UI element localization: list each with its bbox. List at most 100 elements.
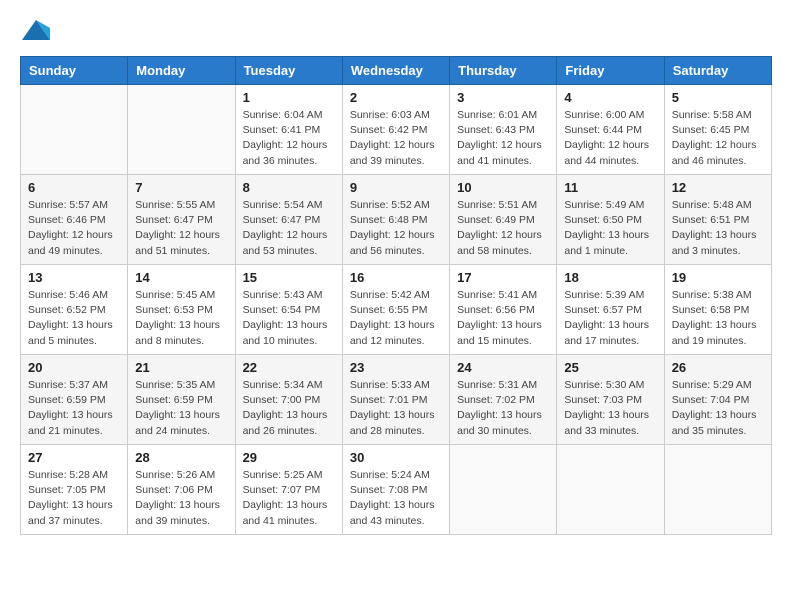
calendar-cell: 28Sunrise: 5:26 AMSunset: 7:06 PMDayligh… [128, 445, 235, 535]
calendar-cell: 14 Sunrise: 5:45 AMSunset: 6:53 PMDayligh… [128, 265, 235, 355]
day-number: 9 [350, 180, 442, 195]
calendar-cell: 18Sunrise: 5:39 AMSunset: 6:57 PMDayligh… [557, 265, 664, 355]
logo-icon [22, 20, 50, 40]
calendar-cell: 21 Sunrise: 5:35 AMSunset: 6:59 PMDayligh… [128, 355, 235, 445]
calendar-cell: 11 Sunrise: 5:49 AMSunset: 6:50 PMDayligh… [557, 175, 664, 265]
logo [20, 20, 50, 40]
day-info: Sunrise: 5:54 AMSunset: 6:47 PMDaylight:… [243, 198, 335, 259]
day-of-week-header: Monday [128, 57, 235, 85]
calendar-cell: 8 Sunrise: 5:54 AMSunset: 6:47 PMDaylight… [235, 175, 342, 265]
day-info: Sunrise: 6:04 AMSunset: 6:41 PMDaylight:… [243, 108, 335, 169]
calendar-cell [450, 445, 557, 535]
calendar-cell: 23 Sunrise: 5:33 AMSunset: 7:01 PMDayligh… [342, 355, 449, 445]
day-info: Sunrise: 6:00 AMSunset: 6:44 PMDaylight:… [564, 108, 656, 169]
calendar-cell: 9 Sunrise: 5:52 AMSunset: 6:48 PMDaylight… [342, 175, 449, 265]
calendar-cell: 16Sunrise: 5:42 AMSunset: 6:55 PMDayligh… [342, 265, 449, 355]
day-number: 22 [243, 360, 335, 375]
day-number: 5 [672, 90, 764, 105]
calendar-cell: 7Sunrise: 5:55 AMSunset: 6:47 PMDaylight… [128, 175, 235, 265]
calendar-header-row: SundayMondayTuesdayWednesdayThursdayFrid… [21, 57, 772, 85]
calendar-cell: 19 Sunrise: 5:38 AMSunset: 6:58 PMDayligh… [664, 265, 771, 355]
day-info: Sunrise: 5:24 AMSunset: 7:08 PMDaylight:… [350, 468, 442, 529]
day-info: Sunrise: 5:26 AMSunset: 7:06 PMDaylight:… [135, 468, 227, 529]
day-info: Sunrise: 5:51 AMSunset: 6:49 PMDaylight:… [457, 198, 549, 259]
day-info: Sunrise: 5:45 AMSunset: 6:53 PMDaylight:… [135, 288, 227, 349]
day-info: Sunrise: 5:31 AMSunset: 7:02 PMDaylight:… [457, 378, 549, 439]
calendar-cell [557, 445, 664, 535]
calendar-cell: 4Sunrise: 6:00 AMSunset: 6:44 PMDaylight… [557, 85, 664, 175]
calendar-cell: 24 Sunrise: 5:31 AMSunset: 7:02 PMDayligh… [450, 355, 557, 445]
day-number: 8 [243, 180, 335, 195]
day-number: 14 [135, 270, 227, 285]
day-number: 20 [28, 360, 120, 375]
day-info: Sunrise: 5:49 AMSunset: 6:50 PMDaylight:… [564, 198, 656, 259]
day-number: 30 [350, 450, 442, 465]
day-info: Sunrise: 5:58 AMSunset: 6:45 PMDaylight:… [672, 108, 764, 169]
calendar-cell: 29 Sunrise: 5:25 AMSunset: 7:07 PMDayligh… [235, 445, 342, 535]
day-info: Sunrise: 5:52 AMSunset: 6:48 PMDaylight:… [350, 198, 442, 259]
day-info: Sunrise: 5:57 AMSunset: 6:46 PMDaylight:… [28, 198, 120, 259]
day-number: 10 [457, 180, 549, 195]
calendar-cell [664, 445, 771, 535]
day-info: Sunrise: 5:33 AMSunset: 7:01 PMDaylight:… [350, 378, 442, 439]
day-of-week-header: Wednesday [342, 57, 449, 85]
calendar-table: SundayMondayTuesdayWednesdayThursdayFrid… [20, 56, 772, 535]
day-info: Sunrise: 5:29 AMSunset: 7:04 PMDaylight:… [672, 378, 764, 439]
day-number: 27 [28, 450, 120, 465]
day-number: 23 [350, 360, 442, 375]
day-info: Sunrise: 5:30 AMSunset: 7:03 PMDaylight:… [564, 378, 656, 439]
day-info: Sunrise: 6:01 AMSunset: 6:43 PMDaylight:… [457, 108, 549, 169]
day-number: 24 [457, 360, 549, 375]
page-header [20, 20, 772, 40]
day-number: 13 [28, 270, 120, 285]
day-of-week-header: Saturday [664, 57, 771, 85]
calendar-cell: 5 Sunrise: 5:58 AMSunset: 6:45 PMDaylight… [664, 85, 771, 175]
day-info: Sunrise: 5:38 AMSunset: 6:58 PMDaylight:… [672, 288, 764, 349]
day-number: 15 [243, 270, 335, 285]
day-number: 12 [672, 180, 764, 195]
calendar-cell: 6 Sunrise: 5:57 AMSunset: 6:46 PMDaylight… [21, 175, 128, 265]
day-info: Sunrise: 5:28 AMSunset: 7:05 PMDaylight:… [28, 468, 120, 529]
day-info: Sunrise: 5:35 AMSunset: 6:59 PMDaylight:… [135, 378, 227, 439]
calendar-cell: 3 Sunrise: 6:01 AMSunset: 6:43 PMDaylight… [450, 85, 557, 175]
calendar-week-row: 20Sunrise: 5:37 AMSunset: 6:59 PMDayligh… [21, 355, 772, 445]
day-number: 25 [564, 360, 656, 375]
calendar-cell: 15 Sunrise: 5:43 AMSunset: 6:54 PMDayligh… [235, 265, 342, 355]
calendar-cell [21, 85, 128, 175]
day-info: Sunrise: 5:43 AMSunset: 6:54 PMDaylight:… [243, 288, 335, 349]
calendar-cell: 26 Sunrise: 5:29 AMSunset: 7:04 PMDayligh… [664, 355, 771, 445]
day-number: 3 [457, 90, 549, 105]
day-info: Sunrise: 5:25 AMSunset: 7:07 PMDaylight:… [243, 468, 335, 529]
calendar-cell: 30 Sunrise: 5:24 AMSunset: 7:08 PMDayligh… [342, 445, 449, 535]
day-number: 21 [135, 360, 227, 375]
calendar-week-row: 13 Sunrise: 5:46 AMSunset: 6:52 PMDayligh… [21, 265, 772, 355]
day-number: 6 [28, 180, 120, 195]
day-info: Sunrise: 5:34 AMSunset: 7:00 PMDaylight:… [243, 378, 335, 439]
day-of-week-header: Tuesday [235, 57, 342, 85]
calendar-week-row: 6 Sunrise: 5:57 AMSunset: 6:46 PMDaylight… [21, 175, 772, 265]
day-number: 26 [672, 360, 764, 375]
calendar-cell: 17 Sunrise: 5:41 AMSunset: 6:56 PMDayligh… [450, 265, 557, 355]
day-number: 2 [350, 90, 442, 105]
calendar-cell: 12 Sunrise: 5:48 AMSunset: 6:51 PMDayligh… [664, 175, 771, 265]
day-info: Sunrise: 5:48 AMSunset: 6:51 PMDaylight:… [672, 198, 764, 259]
day-info: Sunrise: 6:03 AMSunset: 6:42 PMDaylight:… [350, 108, 442, 169]
day-number: 1 [243, 90, 335, 105]
calendar-cell: 13 Sunrise: 5:46 AMSunset: 6:52 PMDayligh… [21, 265, 128, 355]
day-number: 11 [564, 180, 656, 195]
day-number: 19 [672, 270, 764, 285]
day-number: 17 [457, 270, 549, 285]
day-info: Sunrise: 5:55 AMSunset: 6:47 PMDaylight:… [135, 198, 227, 259]
calendar-cell: 2 Sunrise: 6:03 AMSunset: 6:42 PMDaylight… [342, 85, 449, 175]
day-info: Sunrise: 5:39 AMSunset: 6:57 PMDaylight:… [564, 288, 656, 349]
calendar-cell: 25 Sunrise: 5:30 AMSunset: 7:03 PMDayligh… [557, 355, 664, 445]
day-of-week-header: Friday [557, 57, 664, 85]
day-of-week-header: Sunday [21, 57, 128, 85]
day-of-week-header: Thursday [450, 57, 557, 85]
calendar-cell: 10 Sunrise: 5:51 AMSunset: 6:49 PMDayligh… [450, 175, 557, 265]
calendar-cell: 22 Sunrise: 5:34 AMSunset: 7:00 PMDayligh… [235, 355, 342, 445]
calendar-cell: 20Sunrise: 5:37 AMSunset: 6:59 PMDayligh… [21, 355, 128, 445]
day-info: Sunrise: 5:41 AMSunset: 6:56 PMDaylight:… [457, 288, 549, 349]
day-info: Sunrise: 5:46 AMSunset: 6:52 PMDaylight:… [28, 288, 120, 349]
day-number: 29 [243, 450, 335, 465]
